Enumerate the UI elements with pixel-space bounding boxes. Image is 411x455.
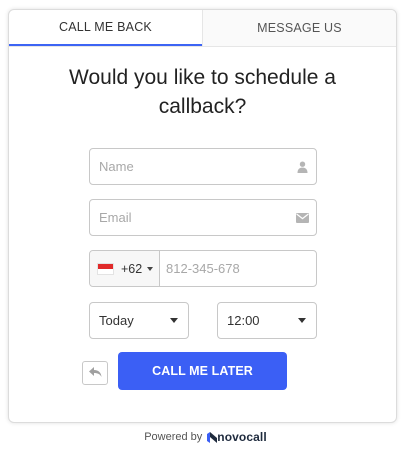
envelope-icon (288, 212, 316, 223)
tab-bar: CALL ME BACK MESSAGE US (9, 10, 396, 47)
indonesia-flag-icon (97, 262, 114, 275)
title-line-1: Would you like to schedule a (69, 66, 336, 89)
country-code-selector[interactable]: +62 (90, 251, 160, 286)
tab-message-us[interactable]: MESSAGE US (202, 10, 396, 46)
call-me-later-button[interactable]: CALL ME LATER (118, 352, 287, 390)
novocall-logo[interactable]: novocall (207, 430, 267, 444)
page-title: Would you like to schedule a callback? (9, 63, 396, 121)
name-field[interactable]: Name (89, 148, 317, 185)
chevron-down-icon (170, 318, 178, 323)
email-field[interactable]: Email (89, 199, 317, 236)
chevron-down-icon (147, 266, 154, 271)
callback-widget: CALL ME BACK MESSAGE US Would you like t… (8, 9, 397, 423)
day-select[interactable]: Today (89, 302, 189, 339)
powered-by-label: Powered by (144, 431, 203, 443)
day-select-value: Today (99, 313, 134, 328)
time-select-value: 12:00 (227, 313, 260, 328)
brand-name: novocall (217, 430, 267, 444)
title-line-2: callback? (158, 95, 247, 118)
chevron-down-icon (298, 318, 306, 323)
time-select[interactable]: 12:00 (217, 302, 317, 339)
user-icon (288, 161, 316, 173)
email-placeholder: Email (99, 210, 132, 225)
country-dial-code: +62 (121, 261, 143, 276)
phone-field: +62 812-345-678 (89, 250, 317, 287)
name-placeholder: Name (99, 159, 134, 174)
novocall-logo-icon (207, 431, 218, 443)
tab-call-me-back[interactable]: CALL ME BACK (9, 10, 202, 46)
powered-by-footer: Powered by novocall (0, 430, 411, 444)
back-button[interactable] (82, 361, 108, 385)
reply-arrow-icon (88, 364, 102, 382)
phone-input[interactable]: 812-345-678 (160, 261, 316, 276)
